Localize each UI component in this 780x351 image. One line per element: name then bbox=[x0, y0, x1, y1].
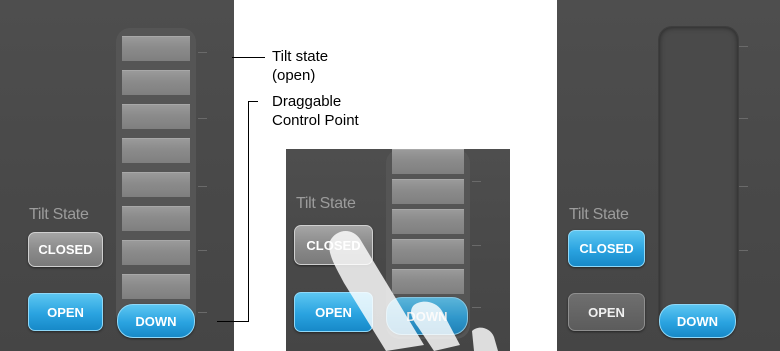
blind-slat bbox=[122, 138, 190, 163]
scale-tick bbox=[198, 52, 207, 53]
callout-text: (open) bbox=[272, 67, 316, 84]
blind-track bbox=[116, 28, 196, 328]
scale-tick bbox=[739, 186, 748, 187]
blind-slat bbox=[392, 179, 464, 204]
closed-button[interactable]: CLOSED bbox=[568, 230, 645, 267]
scale-tick bbox=[198, 312, 207, 313]
blind-slat bbox=[392, 269, 464, 294]
open-button[interactable]: OPEN bbox=[28, 293, 103, 331]
down-control-point[interactable]: DOWN bbox=[386, 297, 468, 335]
callout-line bbox=[217, 321, 249, 322]
callout-line bbox=[248, 101, 249, 322]
blind-slat bbox=[122, 172, 190, 197]
scale-tick bbox=[739, 250, 748, 251]
callout-line bbox=[232, 57, 265, 58]
blind-slat bbox=[122, 240, 190, 265]
scale-tick bbox=[198, 186, 207, 187]
scale-tick bbox=[472, 307, 481, 308]
tilt-state-label: Tilt State bbox=[29, 206, 89, 223]
callout-line bbox=[248, 101, 258, 102]
down-control-point[interactable]: DOWN bbox=[659, 304, 736, 338]
blind-slat bbox=[392, 239, 464, 264]
callout-text: Tilt state bbox=[272, 48, 329, 65]
scale-tick bbox=[739, 46, 748, 47]
blind-slat bbox=[122, 104, 190, 129]
scale-tick bbox=[198, 250, 207, 251]
open-button[interactable]: OPEN bbox=[568, 293, 645, 331]
tilt-state-callout: Tilt state (open) bbox=[272, 47, 328, 85]
tilt-state-label: Tilt State bbox=[569, 206, 629, 223]
blind-slat bbox=[392, 209, 464, 234]
blind-track bbox=[658, 26, 739, 328]
callout-text: Control Point bbox=[272, 112, 359, 129]
scale-tick bbox=[472, 245, 481, 246]
closed-button[interactable]: CLOSED bbox=[294, 225, 373, 265]
closed-button[interactable]: CLOSED bbox=[28, 232, 103, 267]
scale-tick bbox=[472, 181, 481, 182]
tilt-panel-open: Tilt State CLOSED OPEN DOWN bbox=[0, 0, 234, 351]
open-button[interactable]: OPEN bbox=[294, 292, 373, 332]
blind-slat bbox=[122, 70, 190, 95]
blind-slat bbox=[122, 274, 190, 299]
scale-tick bbox=[739, 118, 748, 119]
blind-slat bbox=[122, 206, 190, 231]
control-point-callout: Draggable Control Point bbox=[272, 92, 359, 130]
scale-tick bbox=[198, 118, 207, 119]
blind-slat bbox=[392, 149, 464, 174]
callout-text: Draggable bbox=[272, 93, 342, 110]
tilt-state-label: Tilt State bbox=[296, 195, 356, 212]
tilt-panel-dragging: Tilt State CLOSED OPEN DOWN bbox=[286, 149, 510, 351]
down-control-point[interactable]: DOWN bbox=[117, 304, 195, 338]
blind-slat bbox=[122, 36, 190, 61]
tilt-panel-closed: Tilt State CLOSED OPEN DOWN bbox=[557, 0, 780, 351]
